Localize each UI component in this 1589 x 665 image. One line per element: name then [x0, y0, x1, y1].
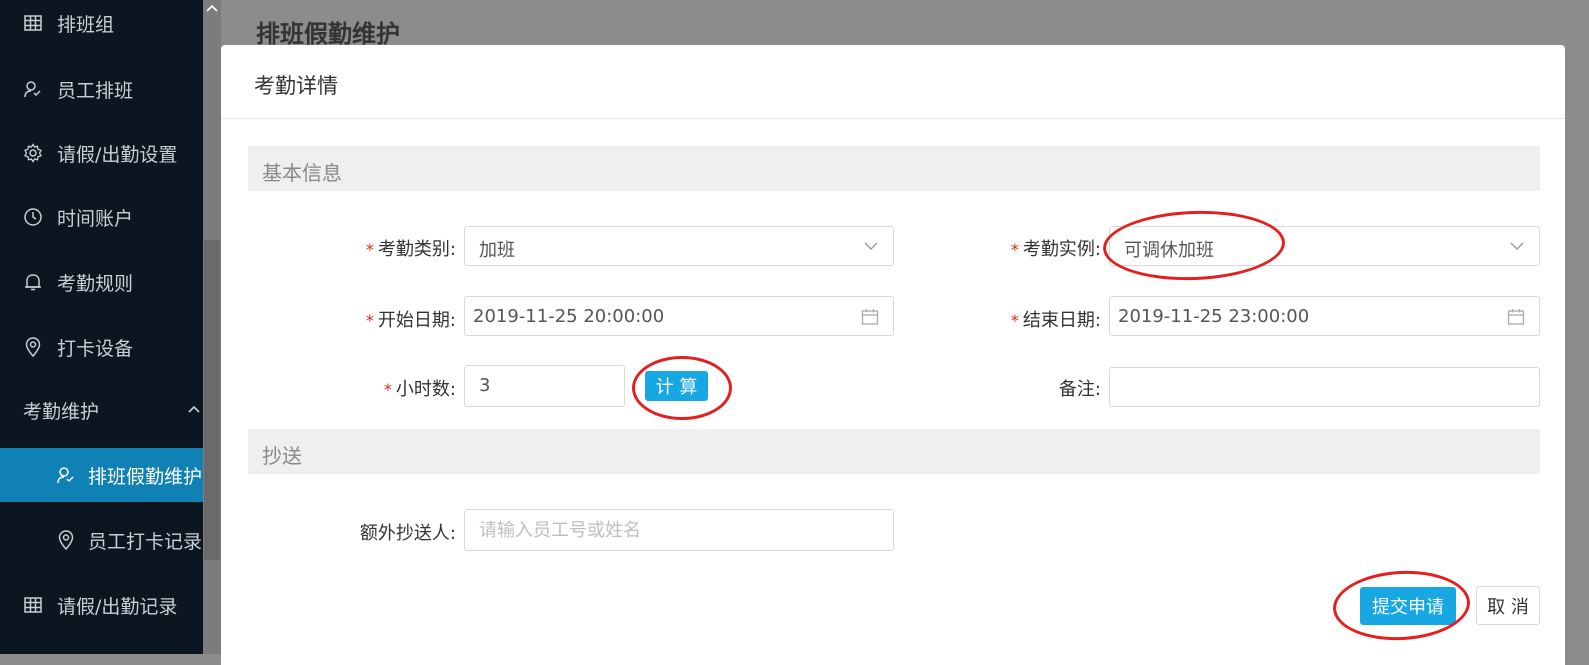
sidebar-item-label: 员工排班: [57, 79, 134, 102]
required-mark: *: [365, 311, 374, 330]
start-date-value: 2019-11-25 20:00:00: [473, 306, 665, 327]
modal-header: 考勤详情: [221, 45, 1565, 119]
sidebar-item-employee-clock-records[interactable]: 员工打卡记录: [0, 513, 203, 567]
required-mark: *: [1010, 240, 1019, 259]
calendar-icon: [861, 308, 879, 330]
extra-cc-input[interactable]: [464, 509, 894, 551]
bell-icon: [23, 272, 43, 292]
hours-label: * 小时数:: [383, 379, 456, 400]
extra-cc-label: 额外抄送人:: [359, 523, 456, 544]
required-mark: *: [383, 380, 392, 399]
sidebar-item-shift-group[interactable]: 排班组: [0, 0, 203, 50]
sidebar-item-label: 排班假勤维护: [88, 465, 203, 488]
sidebar-item-label: 考勤规则: [57, 272, 134, 295]
start-date-label: * 开始日期:: [365, 310, 456, 331]
required-mark: *: [1010, 311, 1019, 330]
end-date-value: 2019-11-25 23:00:00: [1118, 306, 1310, 327]
instance-value: 可调休加班: [1124, 240, 1214, 261]
location-icon: [23, 337, 43, 357]
sidebar-item-leave-records[interactable]: 请假/出勤记录: [0, 578, 203, 632]
sidebar: 排班组 员工排班 请假/出勤设置 时间账户 考勤规则 打卡设备 考勤维护 排班假…: [0, 0, 203, 654]
section-basic-info: 基本信息: [248, 146, 1540, 191]
sidebar-item-label: 员工打卡记录: [88, 530, 203, 553]
sidebar-item-attendance-rules[interactable]: 考勤规则: [0, 255, 203, 309]
end-date-label: * 结束日期:: [1010, 310, 1101, 331]
sidebar-scrollbar[interactable]: [203, 0, 221, 654]
section-title: 基本信息: [262, 161, 342, 185]
sidebar-item-clock-devices[interactable]: 打卡设备: [0, 320, 203, 374]
sidebar-item-label: 打卡设备: [57, 337, 134, 360]
scroll-up-arrow-icon[interactable]: [205, 0, 219, 12]
end-date-picker[interactable]: 2019-11-25 23:00:00: [1109, 296, 1540, 336]
category-value: 加班: [479, 240, 515, 261]
chevron-up-icon: [187, 399, 201, 421]
hours-input[interactable]: 3: [464, 365, 625, 407]
user-schedule-icon: [56, 465, 76, 485]
sidebar-group-attendance-maintenance[interactable]: 考勤维护: [0, 383, 203, 437]
hours-value: 3: [479, 375, 491, 396]
sidebar-item-label: 请假/出勤记录: [57, 595, 178, 618]
submit-button[interactable]: 提交申请: [1360, 587, 1456, 625]
remark-label: 备注:: [1058, 379, 1101, 400]
table-icon: [23, 595, 43, 615]
user-schedule-icon: [23, 79, 43, 99]
sidebar-item-label: 排班组: [57, 13, 115, 36]
extra-cc-text-field[interactable]: [465, 510, 893, 550]
sidebar-item-shift-leave-maintenance[interactable]: 排班假勤维护: [0, 448, 203, 502]
chevron-down-icon: [1509, 238, 1525, 258]
scrollbar-thumb[interactable]: [204, 240, 220, 560]
location-icon: [56, 530, 76, 550]
cancel-button[interactable]: 取 消: [1476, 586, 1540, 625]
remark-input[interactable]: [1109, 367, 1540, 407]
page-title: 排班假勤维护: [256, 20, 400, 48]
sidebar-item-leave-settings[interactable]: 请假/出勤设置: [0, 126, 203, 180]
attendance-detail-modal: 考勤详情 基本信息 * 考勤类别: 加班 * 考勤实例: 可调休加班 * 开始日期: …: [221, 45, 1565, 665]
sidebar-item-time-account[interactable]: 时间账户: [0, 190, 203, 244]
calendar-icon: [1507, 308, 1525, 330]
modal-title: 考勤详情: [254, 74, 338, 98]
calculate-button[interactable]: 计 算: [645, 371, 708, 401]
clock-icon: [23, 207, 43, 227]
category-select[interactable]: 加班: [464, 226, 894, 266]
instance-select[interactable]: 可调休加班: [1109, 226, 1540, 266]
gear-icon: [23, 143, 43, 163]
section-cc: 抄送: [248, 429, 1540, 474]
chevron-down-icon: [863, 238, 879, 258]
sidebar-item-label: 请假/出勤设置: [57, 143, 178, 166]
section-title: 抄送: [262, 444, 302, 468]
sidebar-item-employee-schedule[interactable]: 员工排班: [0, 62, 203, 116]
sidebar-item-label: 时间账户: [57, 207, 134, 230]
category-label: * 考勤类别:: [365, 239, 456, 260]
table-icon: [23, 13, 43, 33]
required-mark: *: [365, 240, 374, 259]
sidebar-group-label: 考勤维护: [23, 400, 100, 423]
instance-label: * 考勤实例:: [1010, 239, 1101, 260]
start-date-picker[interactable]: 2019-11-25 20:00:00: [464, 296, 894, 336]
